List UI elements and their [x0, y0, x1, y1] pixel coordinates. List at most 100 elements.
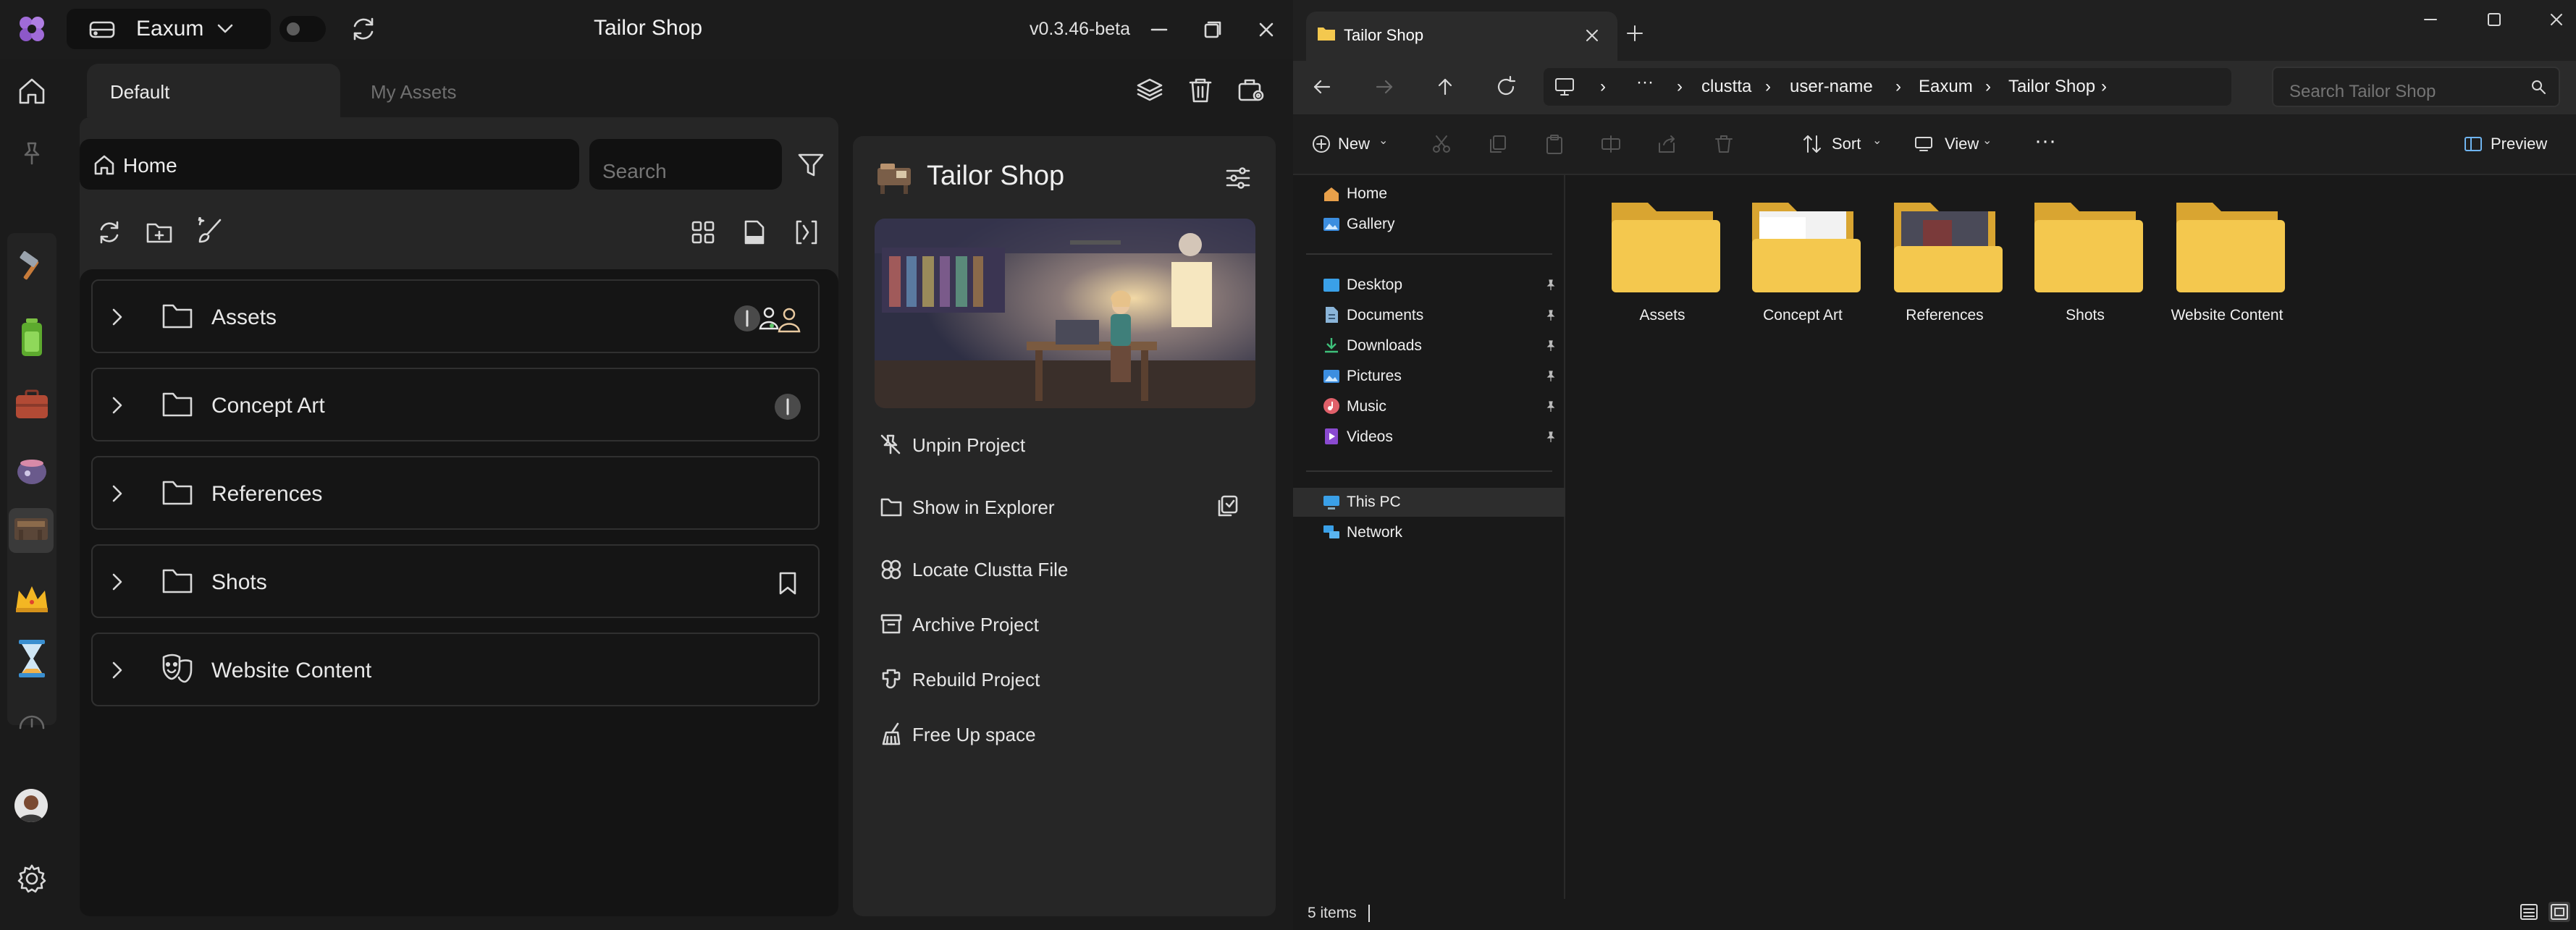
- list-item[interactable]: Website Content: [91, 633, 820, 706]
- details-view-icon[interactable]: [2518, 902, 2540, 922]
- nav-item-downloads[interactable]: Downloads: [1293, 331, 1565, 360]
- chevron-right-icon[interactable]: [110, 572, 125, 592]
- folder-item[interactable]: Concept Art: [1738, 195, 1868, 333]
- copy-path-icon[interactable]: [1215, 494, 1239, 518]
- archive-project-button[interactable]: Archive Project: [875, 606, 1251, 641]
- nav-item-music[interactable]: Music: [1293, 392, 1565, 421]
- nav-item-documents[interactable]: Documents: [1293, 301, 1565, 330]
- nav-item-home[interactable]: Home: [1293, 179, 1565, 208]
- delete-icon[interactable]: [1713, 133, 1735, 155]
- up-icon[interactable]: [1434, 75, 1457, 98]
- nav-item-videos[interactable]: Videos: [1293, 423, 1565, 452]
- folder-item[interactable]: Shots: [2020, 195, 2150, 333]
- minimize-icon[interactable]: [2421, 10, 2440, 29]
- nav-item-network[interactable]: Network: [1293, 518, 1565, 547]
- rename-icon[interactable]: [1600, 133, 1622, 155]
- forward-icon[interactable]: [1373, 75, 1396, 98]
- chevron-right-icon[interactable]: [110, 395, 125, 415]
- briefcase-project-icon[interactable]: [13, 386, 51, 421]
- close-icon[interactable]: [2547, 10, 2566, 29]
- breadcrumb-item[interactable]: Tailor Shop: [2008, 77, 2095, 97]
- explorer-tab[interactable]: Tailor Shop: [1306, 12, 1617, 61]
- new-button[interactable]: New: [1338, 135, 1370, 153]
- sliders-icon[interactable]: [1224, 164, 1253, 193]
- workspace-selector[interactable]: Eaxum: [67, 9, 271, 49]
- tiles-view-icon[interactable]: [2548, 902, 2570, 922]
- trash-icon[interactable]: [1186, 75, 1215, 104]
- minimize-icon[interactable]: [1148, 19, 1170, 41]
- refresh-icon[interactable]: [96, 219, 123, 246]
- list-item[interactable]: Concept Art: [91, 368, 820, 441]
- sort-button[interactable]: Sort: [1832, 135, 1861, 153]
- nav-item-pictures[interactable]: Pictures: [1293, 362, 1565, 391]
- refresh-icon[interactable]: [1494, 75, 1518, 98]
- tab-my-assets[interactable]: My Assets: [371, 81, 456, 103]
- pin-icon: [1545, 371, 1557, 382]
- clustta-logo-icon[interactable]: [14, 12, 49, 46]
- list-item[interactable]: Shots: [91, 544, 820, 618]
- new-tab-icon[interactable]: [1625, 23, 1645, 43]
- clock-icon[interactable]: [17, 711, 46, 730]
- unpin-project-button[interactable]: Unpin Project: [875, 427, 1251, 462]
- brush-icon[interactable]: [195, 217, 224, 246]
- pin-icon[interactable]: [19, 140, 45, 166]
- offline-toggle[interactable]: [279, 16, 326, 42]
- home-icon[interactable]: [14, 74, 49, 109]
- view-button[interactable]: View: [1945, 135, 1979, 153]
- tailor-shop-project-icon[interactable]: [9, 508, 54, 553]
- overflow-dots-icon[interactable]: ···: [1636, 72, 1654, 93]
- breadcrumb[interactable]: › ··· › clustta › user-name › Eaxum › Ta…: [1544, 68, 2231, 106]
- paste-icon[interactable]: [1544, 133, 1565, 155]
- folder-list: Assets Concept Art References Shots Webs…: [80, 269, 838, 916]
- settings-gear-icon[interactable]: [16, 863, 48, 895]
- more-options-icon[interactable]: ···: [2034, 129, 2056, 153]
- rebuild-project-button[interactable]: Rebuild Project: [875, 661, 1251, 696]
- user-avatar[interactable]: [14, 789, 48, 822]
- project-settings-icon[interactable]: [1237, 75, 1266, 104]
- drive-icon: [88, 19, 116, 41]
- cut-icon[interactable]: [1431, 133, 1452, 155]
- layers-icon[interactable]: [1135, 75, 1164, 104]
- tab-default[interactable]: Default: [87, 64, 340, 117]
- folder-item[interactable]: Website Content: [2162, 195, 2292, 333]
- breadcrumb-home[interactable]: Home: [80, 139, 579, 190]
- show-in-explorer-button[interactable]: Show in Explorer: [875, 489, 1251, 524]
- code-brackets-icon[interactable]: [792, 219, 821, 246]
- nav-item-this-pc[interactable]: This PC: [1293, 488, 1565, 517]
- copy-icon[interactable]: [1487, 133, 1509, 155]
- chevron-right-icon[interactable]: [110, 483, 125, 504]
- maximize-icon[interactable]: [1202, 19, 1224, 41]
- search-input[interactable]: [589, 139, 782, 190]
- back-icon[interactable]: [1310, 75, 1334, 98]
- list-item[interactable]: References: [91, 456, 820, 530]
- close-tab-icon[interactable]: [1584, 28, 1600, 43]
- preview-button[interactable]: Preview: [2491, 135, 2547, 153]
- nav-item-gallery[interactable]: Gallery: [1293, 210, 1565, 239]
- grid-view-icon[interactable]: [689, 219, 717, 246]
- new-folder-icon[interactable]: [145, 219, 174, 246]
- file-icon[interactable]: [741, 219, 767, 246]
- breadcrumb-item[interactable]: clustta: [1701, 77, 1751, 97]
- share-icon[interactable]: [1657, 133, 1678, 155]
- sync-icon[interactable]: [349, 14, 378, 43]
- search-input[interactable]: [2272, 67, 2560, 107]
- locate-clustta-file-button[interactable]: Locate Clustta File: [875, 551, 1251, 586]
- crown-project-icon[interactable]: [13, 583, 51, 615]
- cauldron-project-icon[interactable]: [13, 450, 51, 488]
- maximize-icon[interactable]: [2485, 10, 2504, 29]
- hammer-project-icon[interactable]: [14, 249, 49, 284]
- chevron-right-icon[interactable]: [110, 660, 125, 680]
- folder-item[interactable]: References: [1880, 195, 2010, 333]
- list-item[interactable]: Assets: [91, 279, 820, 353]
- folder-item[interactable]: Assets: [1597, 195, 1727, 333]
- free-up-space-button[interactable]: Free Up space: [875, 716, 1251, 751]
- breadcrumb-item[interactable]: user-name: [1790, 77, 1873, 97]
- breadcrumb-item[interactable]: Eaxum: [1919, 77, 1973, 97]
- close-icon[interactable]: [1255, 19, 1277, 41]
- hourglass-project-icon[interactable]: [16, 638, 48, 679]
- filter-icon[interactable]: [796, 151, 825, 179]
- nav-item-desktop[interactable]: Desktop: [1293, 271, 1565, 300]
- bookmark-icon[interactable]: [776, 570, 799, 596]
- chevron-right-icon[interactable]: [110, 307, 125, 327]
- battery-project-icon[interactable]: [14, 317, 49, 358]
